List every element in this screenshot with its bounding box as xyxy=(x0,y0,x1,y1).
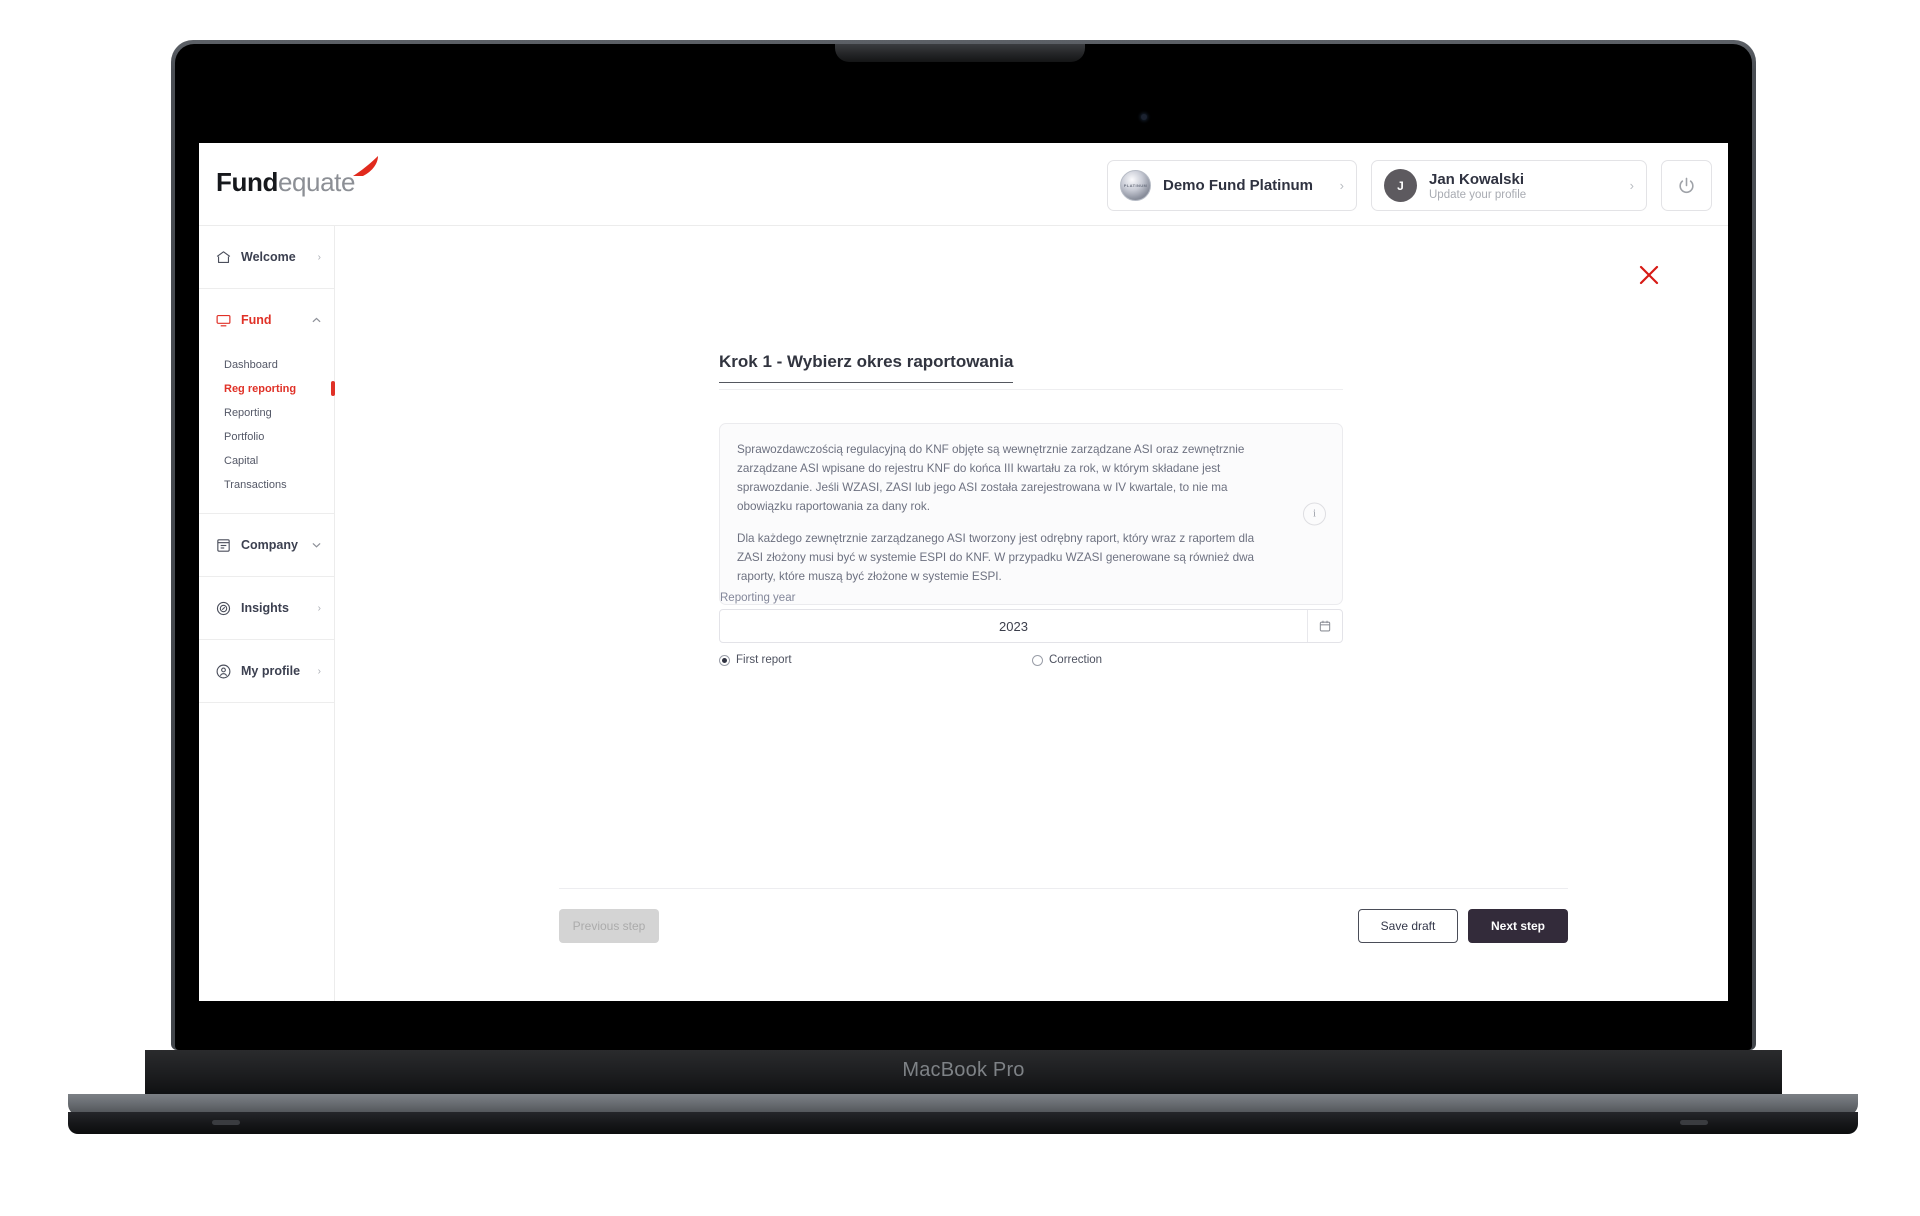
close-icon[interactable] xyxy=(1636,262,1662,288)
sidebar-subitem-label: Capital xyxy=(224,455,259,467)
laptop-base-shadow xyxy=(68,1112,1858,1134)
laptop-mockup: Fund equate PLATINUM Demo Fund Platinum xyxy=(0,0,1920,1216)
sidebar-item-label: My profile xyxy=(241,664,301,678)
sidebar-subnav-fund: Dashboard Reg reporting Reporting Portfo… xyxy=(199,351,335,513)
footer-divider xyxy=(559,888,1568,889)
chevron-right-icon: › xyxy=(1339,178,1344,193)
sidebar-item-label: Insights xyxy=(241,601,289,615)
base-dimple xyxy=(212,1120,240,1125)
laptop-deck: MacBook Pro xyxy=(145,1050,1782,1098)
radio-dot-icon xyxy=(1032,654,1043,666)
sidebar-subitem-label: Reporting xyxy=(224,407,272,419)
document-window-icon xyxy=(215,537,232,554)
home-icon xyxy=(215,249,232,266)
logo-text-light: equate xyxy=(277,167,356,197)
sidebar-subitem-transactions[interactable]: Transactions xyxy=(199,473,334,497)
radio-dot-icon xyxy=(719,654,730,666)
sidebar-item-my-profile[interactable]: My profile › xyxy=(199,640,334,702)
report-type-radio-group: First report Correction xyxy=(719,654,1343,666)
calendar-icon[interactable] xyxy=(1307,610,1342,642)
reporting-year-label: Reporting year xyxy=(720,592,796,604)
radio-label: Correction xyxy=(1049,654,1103,666)
info-panel: Sprawozdawczością regulacyjną do KNF obj… xyxy=(719,423,1343,605)
brand-logo[interactable]: Fund equate xyxy=(216,156,379,198)
sidebar-subitem-reporting[interactable]: Reporting xyxy=(199,401,334,425)
sidebar-subitem-label: Portfolio xyxy=(224,431,265,443)
page-title: Krok 1 - Wybierz okres raportowania xyxy=(719,352,1014,383)
sidebar-item-label: Company xyxy=(241,538,298,552)
main-content: Krok 1 - Wybierz okres raportowania Spra… xyxy=(335,226,1728,1001)
sidebar-subitem-dashboard[interactable]: Dashboard xyxy=(199,353,334,377)
sidebar-group-welcome: Welcome › xyxy=(199,226,334,289)
sidebar-item-fund[interactable]: Fund xyxy=(199,289,334,351)
next-step-button[interactable]: Next step xyxy=(1468,909,1568,943)
sidebar-subitem-portfolio[interactable]: Portfolio xyxy=(199,425,334,449)
sidebar-subitem-label: Transactions xyxy=(224,479,287,491)
base-dimple xyxy=(1680,1120,1708,1125)
laptop-hinge-notch xyxy=(835,44,1085,62)
fund-selector-card[interactable]: PLATINUM Demo Fund Platinum › xyxy=(1107,160,1357,211)
sidebar-item-welcome[interactable]: Welcome › xyxy=(199,226,334,288)
user-subtitle: Update your profile xyxy=(1429,188,1527,201)
sidebar-subitem-label: Reg reporting xyxy=(224,383,297,395)
title-divider xyxy=(719,389,1343,390)
sidebar-item-insights[interactable]: Insights › xyxy=(199,577,334,639)
sidebar-subitem-label: Dashboard xyxy=(224,359,278,371)
chevron-right-icon: › xyxy=(1629,178,1634,193)
step-title-wrap: Krok 1 - Wybierz okres raportowania xyxy=(719,352,1343,383)
sidebar-group-insights: Insights › xyxy=(199,577,334,640)
sidebar-group-my-profile: My profile › xyxy=(199,640,334,703)
sidebar-subitem-capital[interactable]: Capital xyxy=(199,449,334,473)
sidebar-group-fund: Fund Dashboard Reg reporting Reporting P… xyxy=(199,289,335,514)
webcam-icon xyxy=(1141,114,1147,120)
chevron-up-icon xyxy=(312,315,321,326)
info-paragraph: Dla każdego zewnętrznie zarządzanego ASI… xyxy=(737,531,1255,583)
footer-actions: Previous step Save draft Next step xyxy=(559,909,1568,943)
radio-first-report[interactable]: First report xyxy=(719,654,1032,666)
device-label: MacBook Pro xyxy=(902,1059,1025,1081)
sidebar-item-label: Welcome xyxy=(241,250,296,264)
monitor-icon xyxy=(215,312,232,329)
previous-step-button[interactable]: Previous step xyxy=(559,909,659,943)
fund-card-text: Demo Fund Platinum xyxy=(1163,177,1328,194)
user-card-text: Jan Kowalski Update your profile xyxy=(1429,171,1618,201)
sidebar-subitem-reg-reporting[interactable]: Reg reporting xyxy=(199,377,335,401)
compass-icon xyxy=(215,600,232,617)
save-draft-button[interactable]: Save draft xyxy=(1358,909,1458,943)
chevron-down-icon xyxy=(312,540,321,551)
info-icon[interactable]: i xyxy=(1303,502,1326,526)
avatar: J xyxy=(1384,169,1417,202)
sidebar-group-company: Company xyxy=(199,514,334,577)
logo-text-bold: Fund xyxy=(216,167,278,197)
app-viewport: Fund equate PLATINUM Demo Fund Platinum xyxy=(199,143,1728,1001)
radio-label: First report xyxy=(736,654,792,666)
platinum-badge-text: PLATINUM xyxy=(1123,183,1148,188)
platinum-badge-icon: PLATINUM xyxy=(1120,170,1151,201)
user-name: Jan Kowalski xyxy=(1429,170,1525,188)
chevron-right-icon: › xyxy=(317,251,321,263)
user-badge-icon xyxy=(215,663,232,680)
info-paragraph: Sprawozdawczością regulacyjną do KNF obj… xyxy=(737,443,1245,513)
radio-correction[interactable]: Correction xyxy=(1032,654,1102,666)
chevron-right-icon: › xyxy=(317,602,321,614)
user-profile-card[interactable]: J Jan Kowalski Update your profile › xyxy=(1371,160,1647,211)
power-icon[interactable] xyxy=(1661,160,1712,211)
sidebar: Welcome › Fund Dashboard Reg reporting R… xyxy=(199,226,335,1001)
reporting-year-value: 2023 xyxy=(999,618,1028,634)
reporting-year-input[interactable]: 2023 xyxy=(719,609,1343,643)
sidebar-item-label: Fund xyxy=(241,313,272,327)
header-right-controls: PLATINUM Demo Fund Platinum › J Jan Kowa… xyxy=(1107,160,1712,211)
chevron-right-icon: › xyxy=(317,665,321,677)
fund-name: Demo Fund Platinum xyxy=(1163,177,1313,194)
app-header: Fund equate PLATINUM Demo Fund Platinum xyxy=(199,143,1728,226)
sidebar-item-company[interactable]: Company xyxy=(199,514,334,576)
